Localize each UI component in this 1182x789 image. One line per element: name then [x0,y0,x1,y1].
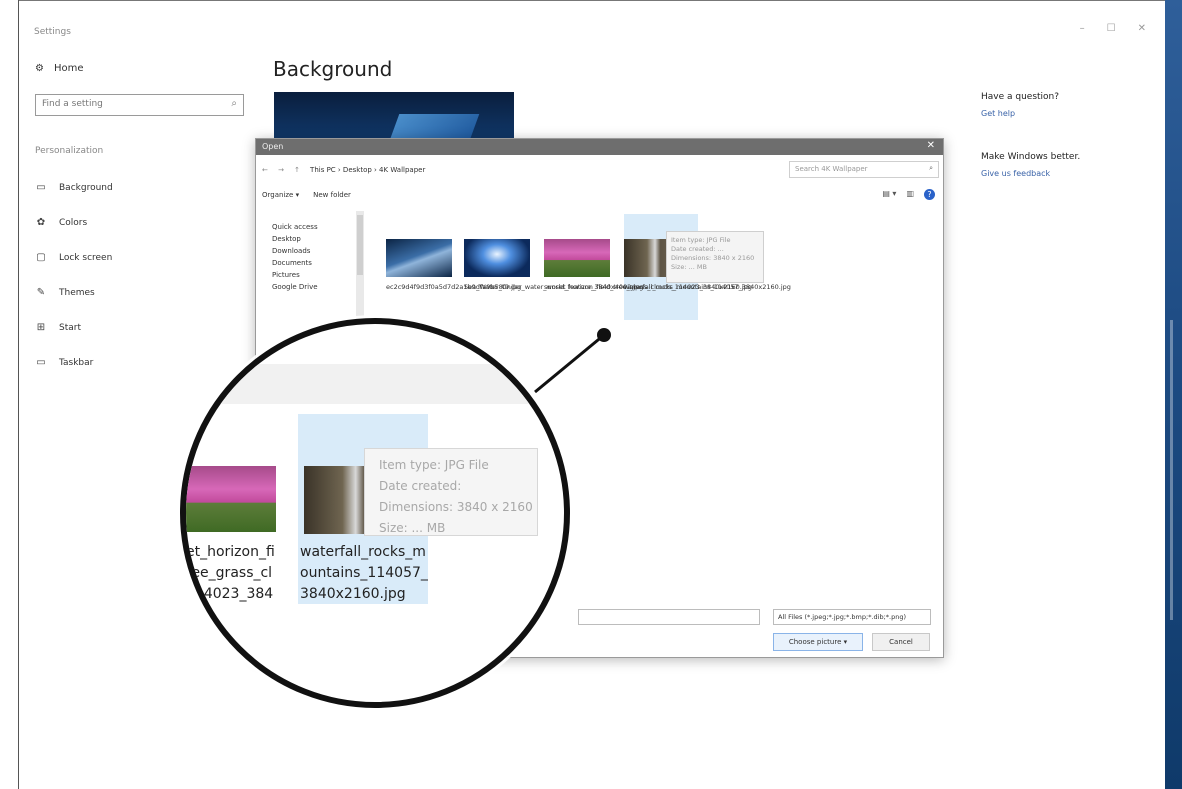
tree-item[interactable]: Downloads [272,247,318,259]
file-thumbnail [464,239,530,277]
question-heading: Have a question? [981,92,1060,102]
sidebar-item-taskbar[interactable]: ▭ Taskbar [35,345,113,380]
dialog-title: Open [262,142,284,151]
dialog-close-icon[interactable]: ✕ [927,140,935,151]
desktop-background-edge [1165,0,1182,789]
window-border-left [18,0,19,789]
sidebar-item-background[interactable]: ▭ Background [35,170,113,205]
magnified-filename-left: et_horizon_fi ree_grass_cl 114023_384 pg [186,544,275,623]
tree-item[interactable]: Quick access [272,223,318,235]
gear-icon: ⚙ [35,63,44,74]
file-name: Sea_Water_Under_water_world_feature_3840… [464,283,644,291]
start-icon: ⊞ [36,322,46,333]
file-type-select[interactable]: All Files (*.jpeg;*.jpg;*.bmp;*.dib;*.pn… [773,609,931,625]
tree-item[interactable]: Pictures [272,271,318,283]
preview-pane-icon[interactable]: ▥ [906,189,914,200]
sidebar-item-label: Start [59,322,81,333]
file-name: ec2c9d4f9d3f0a5d7d2a1b9dfa9b58f9.jpg [386,283,522,291]
dialog-search-placeholder: Search 4K Wallpaper [795,165,868,173]
sidebar-item-themes[interactable]: ✎ Themes [35,275,113,310]
home-link[interactable]: ⚙ Home [35,63,84,74]
file-name-input[interactable] [578,609,760,625]
organize-button[interactable]: Organize ▾ [262,191,299,205]
sidebar-item-lock-screen[interactable]: ▢ Lock screen [35,240,113,275]
sidebar-item-colors[interactable]: ✿ Colors [35,205,113,240]
sidebar-item-label: Lock screen [59,252,113,263]
get-help-link[interactable]: Get help [981,109,1121,118]
search-icon: ⌕ [929,164,933,172]
sidebar-item-label: Themes [59,287,95,298]
maximize-button[interactable]: ☐ [1107,23,1116,34]
section-title: Personalization [35,146,104,156]
file-tooltip: Item type: JPG File Date created: ... Di… [666,231,764,283]
palette-icon: ✿ [36,217,46,228]
cancel-button[interactable]: Cancel [872,633,930,651]
file-name: waterfall_rocks_mountains_114057_3840x21… [624,283,791,291]
sidebar-item-label: Taskbar [59,357,94,368]
dialog-title-bar: Open ✕ [256,139,943,155]
search-input[interactable]: Find a setting ⌕ [35,94,244,116]
view-options-icon[interactable]: ▤ ▾ [882,189,896,200]
breadcrumb[interactable]: This PC › Desktop › 4K Wallpaper [310,166,425,174]
dialog-search-input[interactable]: Search 4K Wallpaper ⌕ [789,161,939,178]
close-button[interactable]: ✕ [1138,23,1146,34]
magnified-thumbnail-sunset [186,466,276,532]
sidebar-item-label: Colors [59,217,88,228]
image-icon: ▭ [36,182,46,193]
magnifier-circle: Item type: JPG File Date created: Dimens… [180,318,570,708]
address-bar[interactable]: ← → ↑ This PC › Desktop › 4K Wallpaper S… [262,161,939,179]
background-preview [274,92,514,140]
view-controls: ▤ ▾ ▥ ? [882,189,935,200]
new-folder-button[interactable]: New folder [313,191,351,205]
search-icon: ⌕ [231,98,237,109]
choose-picture-button[interactable]: Choose picture ▾ [773,633,863,651]
magnified-filename-right: waterfall_rocks_m ountains_114057_ 3840x… [300,544,428,602]
help-pane: Have a question? Get help Make Windows b… [981,92,1121,178]
feedback-link[interactable]: Give us feedback [981,169,1121,178]
file-item[interactable]: ec2c9d4f9d3f0a5d7d2a1b9dfa9b58f9.jpg [386,239,522,291]
help-icon[interactable]: ? [924,189,935,200]
window-border-top [18,0,1182,1]
choose-picture-label: Choose picture [788,638,842,646]
sidebar-item-start[interactable]: ⊞ Start [35,310,113,345]
search-placeholder: Find a setting [42,99,103,109]
file-thumbnail [386,239,452,277]
navigation-tree: Quick access Desktop Downloads Documents… [272,223,318,295]
tree-item[interactable]: Documents [272,259,318,271]
dialog-toolbar: Organize ▾ New folder ▤ ▾ ▥ ? [262,189,935,205]
taskbar-icon: ▭ [36,357,46,368]
sidebar-nav: ▭ Background ✿ Colors ▢ Lock screen ✎ Th… [35,170,113,380]
page-title: Background [273,57,393,81]
file-name: sunset_horizon_field_tree_grass_clouds_1… [544,283,752,291]
brush-icon: ✎ [36,287,46,298]
file-item[interactable]: sunset_horizon_field_tree_grass_clouds_1… [544,239,752,291]
window-title: Settings [34,27,71,37]
nav-arrows[interactable]: ← → ↑ [262,166,304,174]
better-heading: Make Windows better. [981,152,1081,162]
tree-item[interactable]: Google Drive [272,283,318,295]
window-controls: – ☐ ✕ [1080,23,1146,34]
lock-screen-icon: ▢ [36,252,46,263]
tree-item[interactable]: Desktop [272,235,318,247]
sidebar-item-label: Background [59,182,113,193]
magnified-band [186,364,564,404]
minimize-button[interactable]: – [1080,23,1085,34]
home-label: Home [53,63,84,74]
file-item[interactable]: Sea_Water_Under_water_world_feature_3840… [464,239,644,291]
file-thumbnail [544,239,610,277]
magnified-tooltip: Item type: JPG File Date created: Dimens… [364,448,538,536]
